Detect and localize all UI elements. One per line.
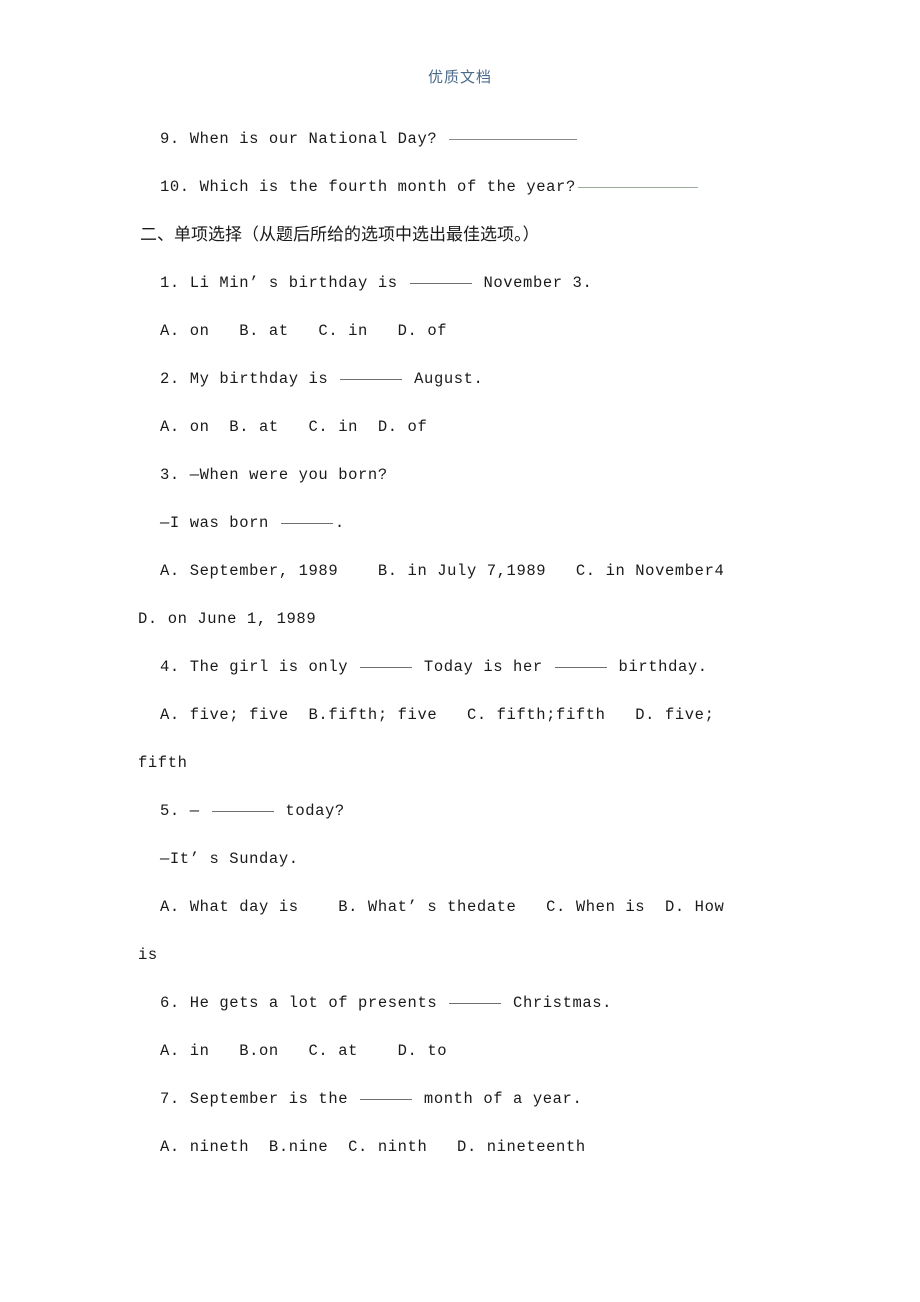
line-text: 10. Which is the fourth month of the yea…: [160, 178, 576, 196]
fill-in-blank-2[interactable]: [554, 667, 607, 668]
line-text: today?: [275, 802, 345, 820]
line-text: D. on June 1, 1989: [138, 610, 317, 628]
doc-line-q3: 3. —When were you born?: [0, 451, 920, 499]
doc-line-q3-optd: D. on June 1, 1989: [0, 595, 920, 643]
fill-in-blank-1[interactable]: [409, 283, 472, 284]
fill-in-blank-1[interactable]: [211, 811, 274, 812]
fill-in-blank-1[interactable]: [280, 523, 333, 524]
document-body: 9. When is our National Day? 10. Which i…: [0, 115, 920, 1171]
doc-line-q7-opts: A. nineth B.nine C. ninth D. nineteenth: [0, 1123, 920, 1171]
fill-in-blank-1[interactable]: [340, 379, 403, 380]
fill-in-blank-1[interactable]: [449, 139, 578, 140]
doc-line-q9: 9. When is our National Day?: [0, 115, 920, 163]
line-text: A. What day is B. What’ s thedate C. Whe…: [160, 898, 725, 916]
line-text: 7. September is the: [160, 1090, 359, 1108]
line-text: Christmas.: [503, 994, 613, 1012]
line-text: A. in B.on C. at D. to: [160, 1042, 448, 1060]
line-text: —It’ s Sunday.: [160, 850, 299, 868]
line-text: —I was born: [160, 514, 279, 532]
doc-line-q6: 6. He gets a lot of presents Christmas.: [0, 979, 920, 1027]
doc-line-q5-opts: A. What day is B. What’ s thedate C. Whe…: [0, 883, 920, 931]
doc-line-q3-opts: A. September, 1989 B. in July 7,1989 C. …: [0, 547, 920, 595]
line-text: 5. —: [160, 802, 210, 820]
line-text: month of a year.: [414, 1090, 583, 1108]
line-text: A. September, 1989 B. in July 7,1989 C. …: [160, 562, 725, 580]
fill-in-blank-1[interactable]: [577, 187, 698, 188]
line-text: Today is her: [414, 658, 553, 676]
watermark-label: 优质文档: [427, 68, 492, 86]
doc-line-q2: 2. My birthday is August.: [0, 355, 920, 403]
line-text: .: [334, 514, 345, 532]
page-header: 优质文档: [0, 66, 920, 87]
doc-line-q10: 10. Which is the fourth month of the yea…: [0, 163, 920, 211]
line-text: A. nineth B.nine C. ninth D. nineteenth: [160, 1138, 586, 1156]
line-text: A. five; five B.fifth; five C. fifth;fif…: [160, 706, 715, 724]
doc-line-q4-opts: A. five; five B.fifth; five C. fifth;fif…: [0, 691, 920, 739]
line-text: November 3.: [473, 274, 593, 292]
line-text: fifth: [138, 754, 188, 772]
doc-line-section-2: 二、单项选择（从题后所给的选项中选出最佳选项。）: [0, 211, 920, 259]
fill-in-blank-1[interactable]: [449, 1003, 502, 1004]
doc-line-q2-opts: A. on B. at C. in D. of: [0, 403, 920, 451]
doc-line-q6-opts: A. in B.on C. at D. to: [0, 1027, 920, 1075]
doc-line-q4: 4. The girl is only Today is her birthda…: [0, 643, 920, 691]
doc-line-q3-b: —I was born .: [0, 499, 920, 547]
line-text: is: [138, 946, 158, 964]
doc-line-q7: 7. September is the month of a year.: [0, 1075, 920, 1123]
line-text: birthday.: [608, 658, 708, 676]
fill-in-blank-1[interactable]: [360, 1099, 413, 1100]
line-text: 2. My birthday is: [160, 370, 339, 388]
line-text: 二、单项选择（从题后所给的选项中选出最佳选项。）: [140, 225, 540, 245]
line-text: August.: [404, 370, 484, 388]
doc-line-q5: 5. — today?: [0, 787, 920, 835]
doc-line-q1-opts: A. on B. at C. in D. of: [0, 307, 920, 355]
line-text: 9. When is our National Day?: [160, 130, 448, 148]
doc-line-q5-b: —It’ s Sunday.: [0, 835, 920, 883]
line-text: 3. —When were you born?: [160, 466, 388, 484]
doc-line-q5-optd: is: [0, 931, 920, 979]
line-text: A. on B. at C. in D. of: [160, 322, 448, 340]
doc-line-q4-optd: fifth: [0, 739, 920, 787]
line-text: 4. The girl is only: [160, 658, 359, 676]
line-text: A. on B. at C. in D. of: [160, 418, 428, 436]
doc-line-q1: 1. Li Min’ s birthday is November 3.: [0, 259, 920, 307]
line-text: 1. Li Min’ s birthday is: [160, 274, 408, 292]
line-text: 6. He gets a lot of presents: [160, 994, 448, 1012]
fill-in-blank-1[interactable]: [360, 667, 413, 668]
